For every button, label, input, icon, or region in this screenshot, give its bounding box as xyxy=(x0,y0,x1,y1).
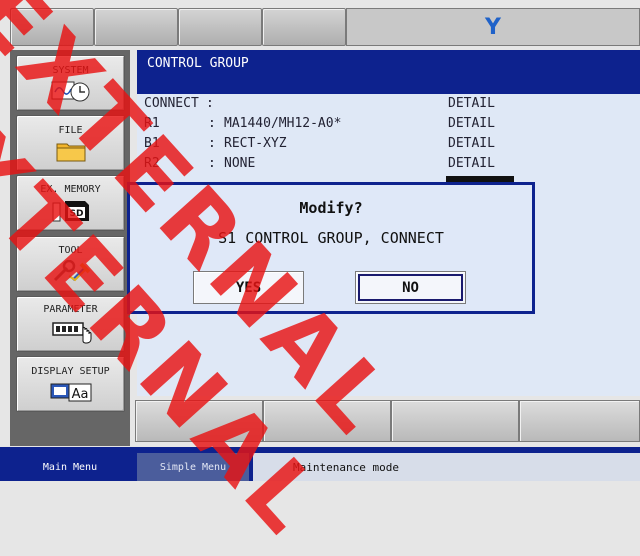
sd-card-icon: SD xyxy=(52,200,89,221)
sidebar-item-label: SYSTEM xyxy=(52,64,89,76)
row-label: R2 xyxy=(144,156,160,171)
simple-menu-button[interactable]: Simple Menu xyxy=(137,453,249,481)
sidebar-item-tool[interactable]: TOOL xyxy=(16,236,125,292)
display-setup-icon: Aa xyxy=(50,383,91,402)
list-item: R1 : MA1440/MH12-A0* DETAIL xyxy=(144,114,624,134)
row-label: B1 xyxy=(144,136,160,151)
function-key-1[interactable] xyxy=(135,400,263,442)
row-label: R1 xyxy=(144,116,160,131)
list-item: R2 : NONE DETAIL xyxy=(144,154,624,174)
yaskawa-logo: Y xyxy=(485,14,501,40)
system-icon xyxy=(51,81,89,101)
folder-icon xyxy=(56,143,85,161)
page-title-bar: CONTROL GROUP xyxy=(137,50,640,94)
detail-button[interactable]: DETAIL xyxy=(448,114,495,134)
modify-dialog: Modify? S1 CONTROL GROUP, CONNECT YES NO xyxy=(127,182,535,314)
sidebar-item-file[interactable]: FILE xyxy=(16,115,125,171)
main-menu-button[interactable]: Main Menu xyxy=(10,453,130,481)
list-item: B1 : RECT-XYZ DETAIL xyxy=(144,134,624,154)
row-sep: : xyxy=(208,156,216,171)
parameter-icon xyxy=(51,321,91,344)
detail-button[interactable]: DETAIL xyxy=(448,134,495,154)
sidebar-item-system[interactable]: SYSTEM xyxy=(16,55,125,111)
top-button-2[interactable] xyxy=(94,8,178,46)
sidebar-item-display-setup[interactable]: DISPLAY SETUP Aa xyxy=(16,356,125,412)
top-button-3[interactable] xyxy=(178,8,262,46)
dialog-message: S1 CONTROL GROUP, CONNECT xyxy=(218,229,444,247)
row-value: MA1440/MH12-A0* xyxy=(224,116,342,131)
sidebar-item-ex-memory[interactable]: EX. MEMORY SD xyxy=(16,175,125,231)
function-key-4[interactable] xyxy=(519,400,640,442)
row-sep: : xyxy=(208,116,216,131)
sidebar-item-label: TOOL xyxy=(58,244,83,256)
detail-button[interactable]: DETAIL xyxy=(448,154,495,174)
no-button[interactable]: NO xyxy=(355,271,466,304)
sidebar-item-label: EX. MEMORY xyxy=(40,183,101,195)
sidebar-item-label: DISPLAY SETUP xyxy=(31,365,110,377)
detail-button[interactable]: DETAIL xyxy=(448,94,495,114)
page-title: CONTROL GROUP xyxy=(147,56,249,71)
list-item: CONNECT : DETAIL xyxy=(144,94,624,114)
yes-button[interactable]: YES xyxy=(193,271,304,304)
sidebar-item-label: PARAMETER xyxy=(43,303,98,315)
row-sep: : xyxy=(206,96,214,111)
tool-icon xyxy=(53,259,90,281)
top-button-4[interactable] xyxy=(262,8,346,46)
row-sep: : xyxy=(208,136,216,151)
svg-text:SD: SD xyxy=(69,209,83,219)
function-key-3[interactable] xyxy=(391,400,519,442)
svg-text:Aa: Aa xyxy=(71,387,88,402)
top-button-1[interactable] xyxy=(10,8,94,46)
logo-area: Y xyxy=(346,8,640,46)
row-label: CONNECT xyxy=(144,96,199,111)
row-value: RECT-XYZ xyxy=(224,136,287,151)
function-key-2[interactable] xyxy=(263,400,391,442)
sidebar-item-parameter[interactable]: PARAMETER xyxy=(16,296,125,352)
status-message: Maintenance mode xyxy=(253,453,640,481)
row-value: NONE xyxy=(224,156,256,171)
sidebar-item-label: FILE xyxy=(58,124,83,136)
dialog-title: Modify? xyxy=(299,199,363,217)
